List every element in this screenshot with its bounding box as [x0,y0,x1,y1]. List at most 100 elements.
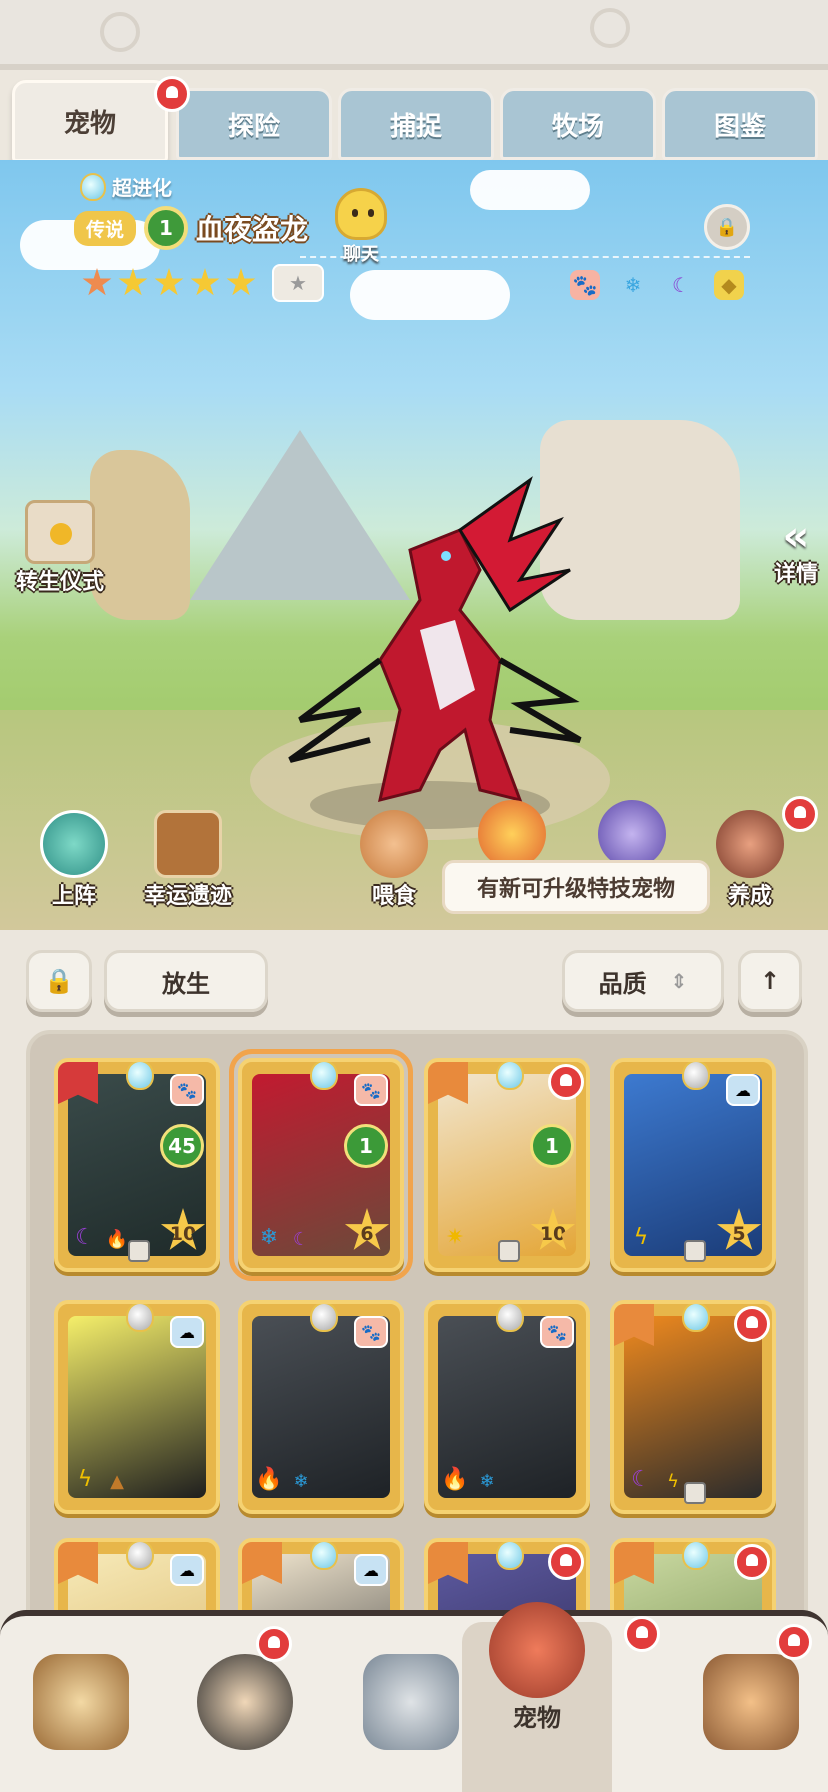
evolution-gem-icon [310,1062,338,1090]
earth-element-icon: ▲ [110,1470,124,1492]
star-icon [82,268,112,296]
evolution-gem-icon [682,1062,710,1090]
moon-element-icon: ☾ [292,1228,310,1250]
star-icon [118,268,148,296]
lock-icon [684,1482,706,1504]
release-button[interactable]: 放生 [104,950,268,1012]
dashed-divider [300,256,750,258]
lock-icon [128,1240,150,1262]
cloud [470,170,590,210]
details-button[interactable]: « 详情 [773,511,818,588]
pet-card[interactable]: ☁ ϟ 5 [610,1058,776,1272]
pet-card[interactable]: ☾ ϟ [610,1300,776,1514]
hero-face-icon [197,1654,293,1750]
evolution-gem-icon [80,172,106,201]
helmet-icon [598,800,666,868]
pet-dino-icon [489,1602,585,1698]
nav-pets[interactable]: 宠物 [462,1602,660,1792]
lucky-relic-button[interactable]: 幸运遗迹 [144,810,232,910]
sort-arrows-icon: ⇕ [670,969,688,993]
gear-pet-button[interactable] [598,800,666,868]
cloud-element-icon: ☁ [170,1316,204,1348]
ogre-face-icon [703,1654,799,1750]
lightning-element-icon: ϟ [667,1470,679,1492]
star-icon [226,268,256,296]
sort-label: 品质 [598,969,647,998]
raise-button[interactable]: 养成 [716,810,784,910]
cloud-element-icon: ☁ [726,1074,760,1106]
lock-toggle-icon[interactable]: 🔒 [704,204,750,250]
tab-codex[interactable]: 图鉴 [662,88,818,160]
evolution-gem-icon [682,1304,710,1332]
lock-icon [684,1240,706,1262]
stone-element-icon: ◆ [714,270,744,300]
pet-card[interactable]: ☁ ϟ ▲ [54,1300,220,1514]
evolution-gem-icon [496,1542,524,1570]
top-tab-bar: 宠物 探险 捕捉 牧场 图鉴 [12,76,828,162]
nav-hero[interactable] [170,1626,320,1776]
card-level-badge: 1 [530,1124,574,1168]
notification-bell-icon [734,1544,770,1580]
notification-bell-icon [256,1626,292,1662]
nav-tribe[interactable] [6,1636,156,1776]
evolution-gem-icon [310,1542,338,1570]
beast-element-icon: 🐾 [354,1074,388,1106]
sort-order-button[interactable]: ↑ [738,950,802,1012]
chat-button[interactable]: 聊天 [316,188,406,266]
pet-card[interactable]: 1 ✷ 10 [424,1058,590,1272]
star-rating: ★ [82,264,324,302]
crown-icon [478,800,546,868]
notification-bell-icon [782,796,818,832]
beast-element-icon: 🐾 [354,1316,388,1348]
swirl-decoration [100,12,140,52]
evolution-gem-icon [126,1062,154,1090]
rarity-badge: 传说 [74,210,137,246]
deploy-button[interactable]: 上阵 [40,810,108,910]
chat-face-icon [335,188,387,240]
cloud-element-icon: ☁ [170,1554,204,1586]
star-icon [190,268,220,296]
evolution-text: 超进化 [112,176,172,200]
details-label: 详情 [773,562,818,587]
nav-boss[interactable] [676,1624,826,1776]
star-upgrade-button[interactable]: ★ [272,264,324,302]
top-stone-strip [0,0,828,70]
ice-element-icon: ❄ [259,1224,279,1250]
tab-ranch[interactable]: 牧场 [500,88,656,160]
tab-pets[interactable]: 宠物 [12,80,168,162]
quality-sort-dropdown[interactable]: 品质 ⇕ [562,950,724,1012]
rebirth-ritual-button[interactable]: 转生仪式 [12,500,108,596]
pet-card[interactable]: 🐾 🔥 ❄ [424,1300,590,1514]
notification-bell-icon [624,1616,660,1652]
nav-pets-label: 宠物 [513,1704,561,1732]
pet-card[interactable]: 🐾 45 ☾ 🔥 10 [54,1058,220,1272]
pet-card-selected[interactable]: 🐾 1 ❄ ☾ 6 [229,1049,413,1281]
evolution-gem-icon [310,1304,338,1332]
ice-element-icon: ❄ [624,273,642,297]
cloud-element-icon: ☁ [354,1554,388,1586]
lock-button[interactable]: 🔒 [26,950,92,1012]
pet-name-row: 传说 1 血夜盗龙 [74,206,308,250]
moon-element-icon: ☾ [672,273,690,297]
beast-element-icon: 🐾 [540,1316,574,1348]
moon-element-icon: ☾ [631,1466,651,1492]
pet-level-badge: 1 [144,206,189,250]
feed-button[interactable]: 喂食 [360,810,428,910]
bottom-nav: 宠物 [0,1602,828,1792]
light-element-icon: ✷ [445,1224,465,1250]
beast-element-icon: 🐾 [170,1074,204,1106]
skill-upgrade-button[interactable] [478,800,546,868]
relic-chest-icon [154,810,222,878]
tab-capture[interactable]: 捕捉 [338,88,494,160]
raise-pet-icon [716,810,784,878]
tab-explore[interactable]: 探险 [176,88,332,160]
chevron-left-icon: « [782,511,810,560]
element-icons: 🐾 ❄ ☾ ◆ [570,270,744,300]
swirl-decoration [590,8,630,48]
pet-card[interactable]: 🐾 🔥 ❄ [238,1300,404,1514]
fire-element-icon: 🔥 [441,1466,469,1492]
card-level-badge: 45 [160,1124,204,1168]
evolution-gem-icon [496,1304,524,1332]
super-evolution-label: 超进化 [80,172,172,201]
altar-icon [25,500,95,564]
